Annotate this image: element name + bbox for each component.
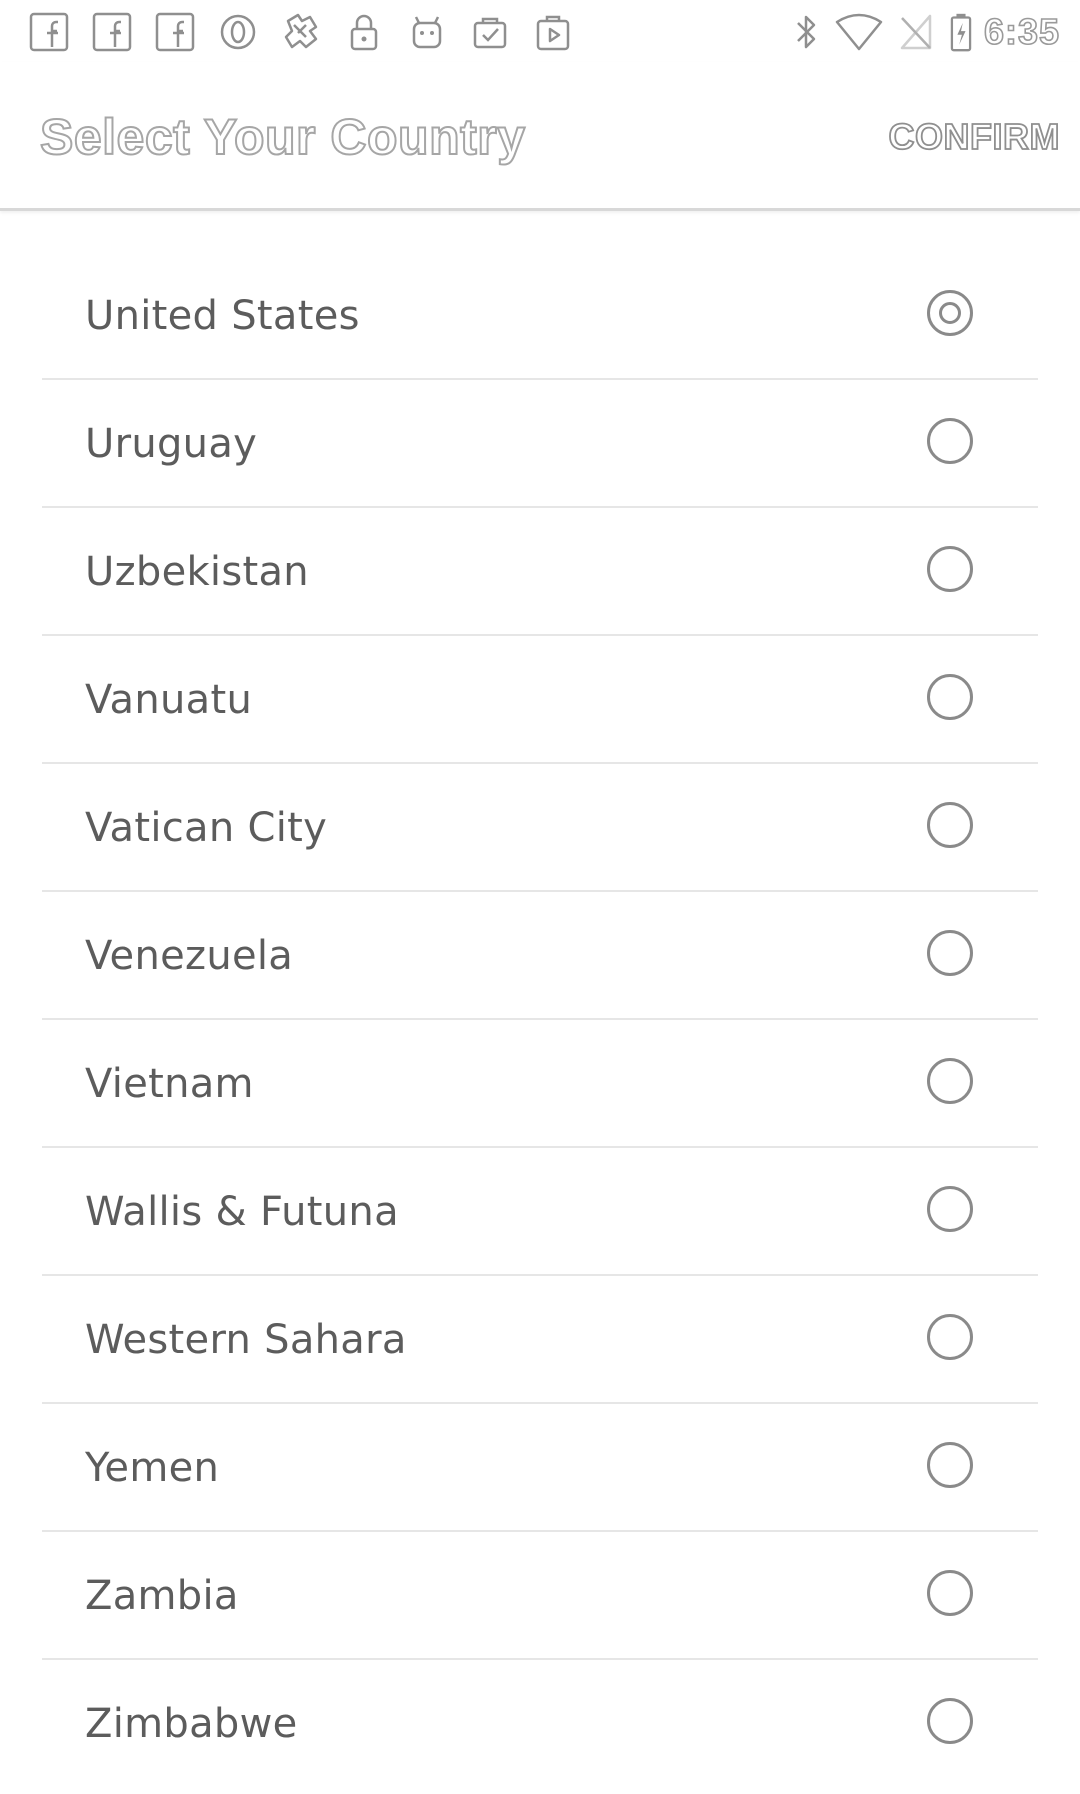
radio-button[interactable] bbox=[927, 418, 973, 464]
no-signal-icon bbox=[898, 12, 934, 52]
lock-icon bbox=[341, 10, 387, 54]
radio-button[interactable] bbox=[927, 1442, 973, 1488]
country-name: Venezuela bbox=[85, 933, 294, 979]
radio-button-selected[interactable] bbox=[927, 290, 973, 336]
radio-button[interactable] bbox=[927, 930, 973, 976]
android-icon bbox=[404, 10, 450, 54]
country-row[interactable]: Uruguay bbox=[42, 380, 1038, 508]
country-row[interactable]: Uzbekistan bbox=[42, 508, 1038, 636]
wifi-icon bbox=[834, 12, 884, 52]
radio-button[interactable] bbox=[927, 1058, 973, 1104]
country-row[interactable]: United States bbox=[42, 252, 1038, 380]
country-name: Uzbekistan bbox=[85, 549, 309, 595]
system-icons: 6:35 bbox=[778, 8, 1060, 56]
radio-button[interactable] bbox=[927, 1698, 973, 1744]
country-name: Zimbabwe bbox=[85, 1701, 298, 1747]
clipboard-check-icon bbox=[467, 10, 513, 54]
country-row[interactable]: Vanuatu bbox=[42, 636, 1038, 764]
radio-button[interactable] bbox=[927, 1314, 973, 1360]
confirm-button[interactable]: CONFIRM bbox=[888, 115, 1061, 158]
country-row[interactable]: Wallis & Futuna bbox=[42, 1148, 1038, 1276]
country-list: United States Uruguay Uzbekistan Vanuatu Vat… bbox=[42, 252, 1038, 1788]
country-name: Vanuatu bbox=[85, 677, 253, 723]
country-row[interactable]: Zimbabwe bbox=[42, 1660, 1038, 1788]
battery-charging-icon bbox=[948, 12, 974, 52]
country-name: Zambia bbox=[85, 1573, 239, 1619]
country-name: Western Sahara bbox=[85, 1317, 407, 1363]
country-name: Wallis & Futuna bbox=[85, 1189, 399, 1235]
puzzle-icon bbox=[278, 10, 324, 54]
country-row[interactable]: Venezuela bbox=[42, 892, 1038, 1020]
radio-button[interactable] bbox=[927, 1186, 973, 1232]
radio-button[interactable] bbox=[927, 1570, 973, 1616]
app-bar: Select Your Country CONFIRM bbox=[0, 62, 1080, 211]
radio-button[interactable] bbox=[927, 802, 973, 848]
country-row[interactable]: Yemen bbox=[42, 1404, 1038, 1532]
page-title: Select Your Country bbox=[39, 108, 526, 166]
status-time: 6:35 bbox=[983, 10, 1060, 53]
facebook-icon bbox=[26, 10, 72, 54]
radio-button[interactable] bbox=[927, 546, 973, 592]
country-name: Vietnam bbox=[85, 1061, 254, 1107]
country-name: United States bbox=[85, 293, 360, 339]
play-store-icon bbox=[530, 10, 576, 54]
radio-button[interactable] bbox=[927, 674, 973, 720]
facebook-icon bbox=[152, 10, 198, 54]
facebook-icon bbox=[89, 10, 135, 54]
country-name: Vatican City bbox=[85, 805, 328, 851]
opera-icon bbox=[215, 10, 261, 54]
notification-icons bbox=[26, 8, 593, 56]
country-row[interactable]: Vietnam bbox=[42, 1020, 1038, 1148]
country-row[interactable]: Vatican City bbox=[42, 764, 1038, 892]
country-name: Yemen bbox=[85, 1445, 220, 1491]
country-name: Uruguay bbox=[85, 421, 258, 467]
country-row[interactable]: Zambia bbox=[42, 1532, 1038, 1660]
country-row[interactable]: Western Sahara bbox=[42, 1276, 1038, 1404]
bluetooth-icon bbox=[792, 12, 820, 52]
status-bar: 6:35 bbox=[0, 0, 1080, 63]
